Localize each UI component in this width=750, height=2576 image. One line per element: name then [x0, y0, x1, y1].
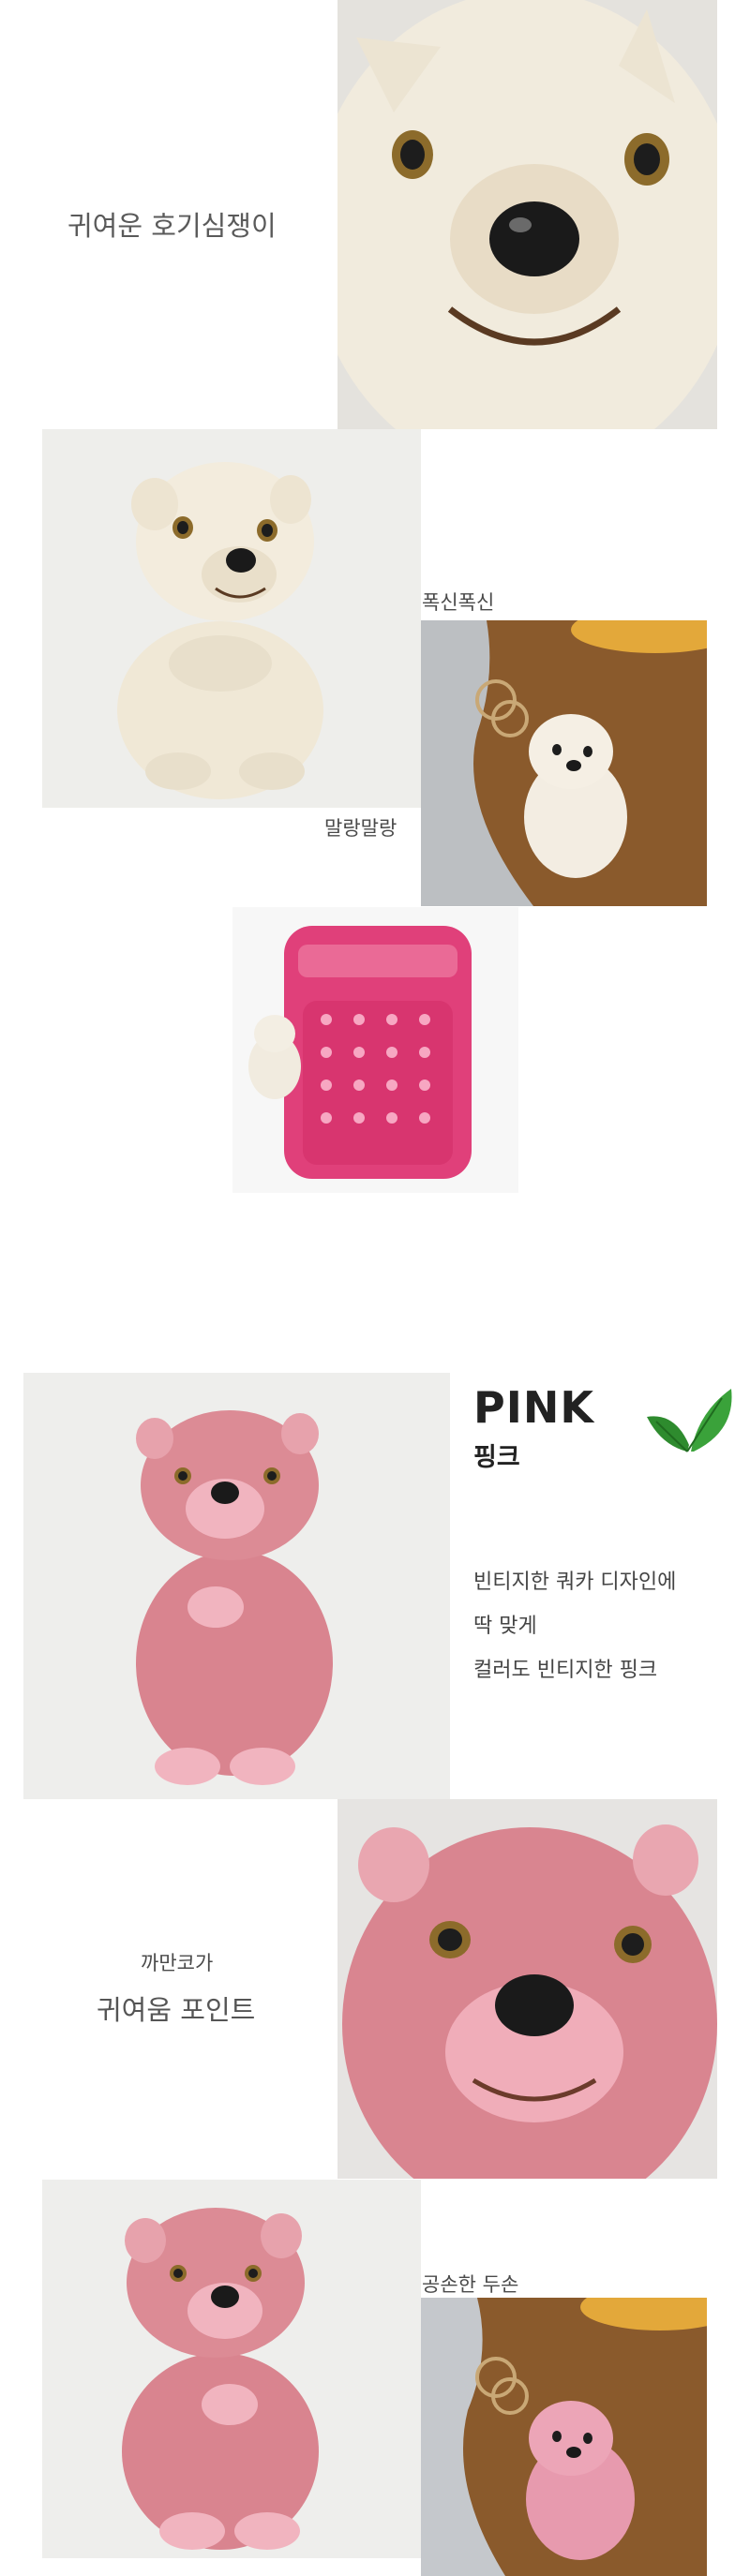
- description-line-2: 딱 맞게: [473, 1615, 537, 1638]
- point-text-large: 귀여움 포인트: [97, 1994, 256, 2026]
- photo-white-plush-full: [42, 429, 421, 808]
- photo-pink-plush-full: [23, 1373, 450, 1799]
- caption-fluffy: 폭신폭신: [422, 591, 495, 614]
- photo-white-keyring: [421, 620, 707, 906]
- color-name-korean: 핑크: [473, 1443, 520, 1472]
- photo-pink-keyring: [421, 2298, 707, 2576]
- leaf-icon: [642, 1384, 736, 1459]
- photo-backpack-white-keyring: [232, 907, 518, 1193]
- description-line-3: 컬러도 빈티지한 핑크: [473, 1659, 658, 1682]
- caption-polite-paws: 공손한 두손: [422, 2273, 519, 2296]
- photo-white-face-closeup: [338, 0, 717, 429]
- photo-pink-face-closeup: [338, 1799, 717, 2179]
- caption-soft: 말랑말랑: [324, 817, 398, 840]
- photo-pink-plush-side: [42, 2180, 421, 2558]
- color-name-english: PINK: [473, 1382, 594, 1433]
- description-line-1: 빈티지한 쿼카 디자인에: [473, 1571, 677, 1594]
- headline-curious: 귀여운 호기심쟁이: [68, 210, 277, 242]
- point-text-small: 까만코가: [141, 1952, 214, 1974]
